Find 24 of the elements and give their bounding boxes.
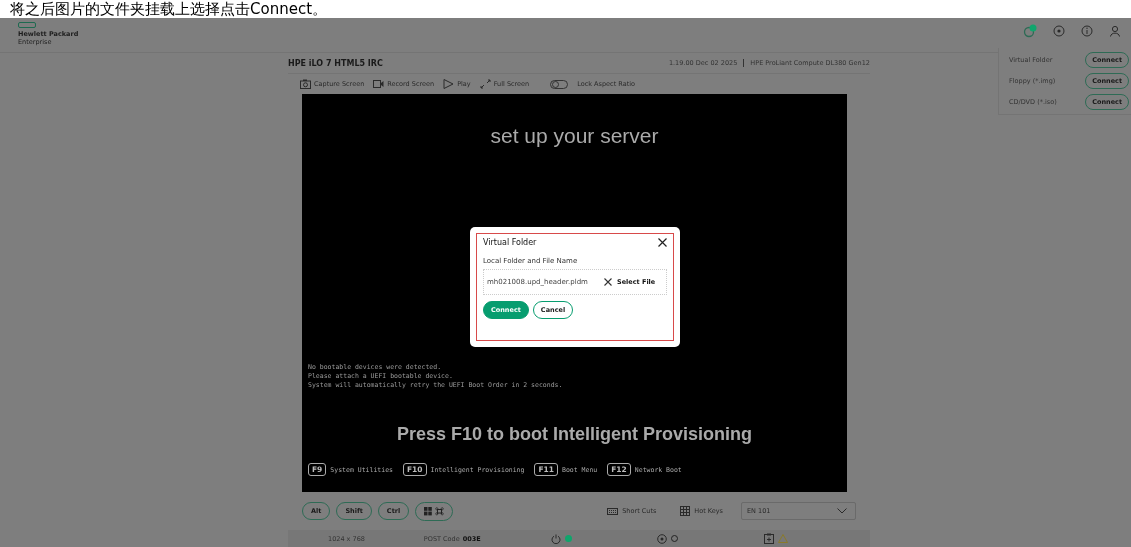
keyboard-icon (607, 507, 619, 515)
chevron-down-icon (837, 508, 847, 514)
user-icon[interactable] (1109, 25, 1121, 37)
target-icon (657, 533, 668, 544)
console-heading: set up your server (490, 124, 659, 148)
dialog-title: Virtual Folder (483, 238, 537, 247)
warning-icon (777, 534, 788, 543)
windows-command-icon (424, 506, 445, 516)
boot-prompt: Press F10 to boot Intelligent Provisioning (396, 424, 752, 445)
expand-icon (479, 79, 491, 89)
grid-icon (680, 506, 691, 516)
app-title: HPE iLO 7 HTML5 IRC (288, 58, 383, 68)
logo-icon (18, 22, 36, 28)
power-icon (550, 533, 561, 544)
close-icon[interactable] (658, 238, 667, 247)
status-icon[interactable] (1023, 24, 1037, 38)
camera-icon (300, 79, 311, 89)
info-icon[interactable] (1081, 25, 1093, 37)
video-camera-icon (373, 79, 385, 89)
clear-icon[interactable] (604, 278, 612, 286)
target-icon[interactable] (1053, 25, 1065, 37)
caption-text: 将之后图片的文件夹挂载上选择点击Connect。 (9, 0, 329, 18)
play-icon (443, 79, 455, 89)
clipboard-icon (763, 533, 774, 544)
